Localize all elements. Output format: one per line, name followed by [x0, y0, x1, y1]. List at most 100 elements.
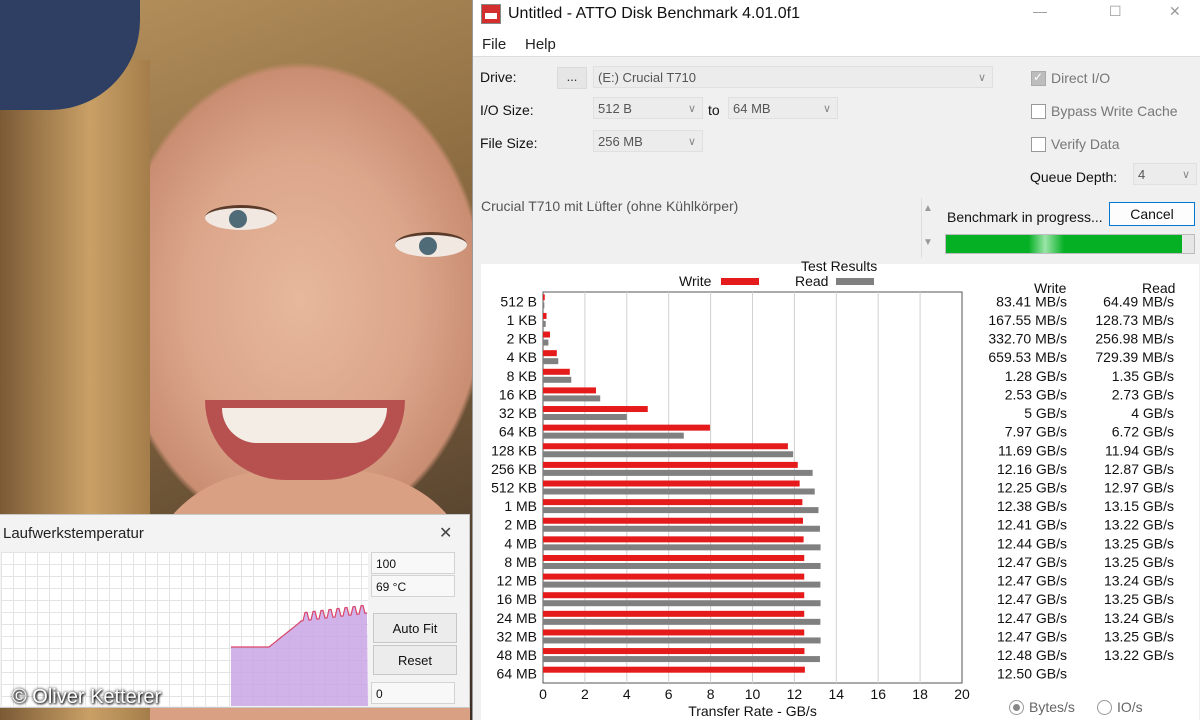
write-result-value: 1.28 GB/s: [1005, 368, 1067, 384]
read-result-value: 256.98 MB/s: [1095, 331, 1174, 347]
read-result-value: 13.22 GB/s: [1104, 647, 1174, 663]
read-bar: [543, 469, 813, 476]
y-tick-label: 24 MB: [497, 610, 537, 626]
left-eye-shape: [205, 205, 277, 230]
read-result-value: 13.24 GB/s: [1104, 610, 1174, 626]
write-bar: [543, 536, 804, 543]
y-tick-label: 128 KB: [491, 442, 537, 458]
x-tick-label: 18: [912, 686, 928, 702]
read-bar: [543, 507, 819, 514]
atto-window: Untitled - ATTO Disk Benchmark 4.01.0f1 …: [472, 0, 1200, 720]
read-bar: [543, 656, 820, 663]
teeth-shape: [222, 408, 387, 443]
read-result-value: 13.25 GB/s: [1104, 591, 1174, 607]
write-bar: [543, 499, 803, 506]
y-tick-label: 8 KB: [507, 368, 537, 384]
y-tick-label: 256 KB: [491, 461, 537, 477]
write-result-value: 167.55 MB/s: [988, 312, 1067, 328]
read-result-value: 13.24 GB/s: [1104, 573, 1174, 589]
read-result-value: 11.94 GB/s: [1105, 442, 1174, 458]
read-bar: [543, 376, 572, 383]
bytes-per-second-label: Bytes/s: [1029, 699, 1075, 715]
read-result-value: 13.15 GB/s: [1104, 498, 1174, 514]
read-result-value: 13.25 GB/s: [1104, 535, 1174, 551]
temperature-curve: [231, 604, 368, 706]
write-result-value: 12.47 GB/s: [997, 554, 1067, 570]
read-result-value: 6.72 GB/s: [1112, 424, 1174, 440]
write-result-value: 12.47 GB/s: [997, 573, 1067, 589]
read-bar: [543, 320, 546, 327]
y-tick-label: 16 KB: [499, 386, 537, 402]
y-tick-label: 8 MB: [504, 554, 537, 570]
write-bar: [543, 368, 570, 375]
read-bar: [543, 600, 821, 607]
x-tick-label: 8: [707, 686, 715, 702]
current-temperature-field: 69 °C: [371, 575, 455, 597]
temperature-window: Laufwerkstemperatur ✕ 100 69 °C Auto Fit…: [0, 514, 470, 708]
write-bar: [543, 666, 805, 673]
write-bar: [543, 331, 550, 338]
read-result-value: 13.25 GB/s: [1104, 554, 1174, 570]
read-bar: [543, 525, 820, 532]
y-tick-label: 2 KB: [507, 331, 537, 347]
write-result-value: 11.69 GB/s: [998, 442, 1067, 458]
write-bar: [543, 461, 798, 468]
auto-fit-button[interactable]: Auto Fit: [373, 613, 457, 643]
y-tick-label: 32 KB: [499, 405, 537, 421]
read-result-value: 729.39 MB/s: [1095, 349, 1174, 365]
y-tick-label: 512 KB: [491, 480, 537, 496]
read-bar: [543, 302, 545, 309]
max-value-field: 100: [371, 552, 455, 574]
bytes-per-second-radio[interactable]: [1009, 700, 1024, 715]
read-bar: [543, 581, 821, 588]
y-tick-label: 16 MB: [497, 591, 537, 607]
read-result-value: 4 GB/s: [1131, 405, 1174, 421]
min-value-field: 0: [371, 682, 455, 704]
write-bar: [543, 629, 805, 636]
read-bar: [543, 432, 684, 439]
x-tick-label: 0: [539, 686, 547, 702]
write-bar: [543, 443, 788, 450]
write-result-value: 659.53 MB/s: [988, 349, 1067, 365]
y-tick-label: 64 KB: [499, 424, 537, 440]
io-per-second-radio[interactable]: [1097, 700, 1112, 715]
reset-button[interactable]: Reset: [373, 645, 457, 675]
read-bar: [543, 637, 821, 644]
read-result-value: 1.35 GB/s: [1112, 368, 1174, 384]
read-bar: [543, 358, 559, 365]
x-tick-label: 16: [870, 686, 886, 702]
write-result-value: 7.97 GB/s: [1005, 424, 1067, 440]
read-bar: [543, 544, 821, 551]
write-result-value: 12.44 GB/s: [997, 535, 1067, 551]
read-result-value: 12.87 GB/s: [1104, 461, 1174, 477]
write-bar: [543, 387, 597, 394]
benchmark-chart: 0 2 4 6 8 10 12 14 16 18 20 Transfer Rate - GB/s 512…: [491, 291, 1174, 719]
write-result-value: 12.16 GB/s: [997, 461, 1067, 477]
x-tick-label: 12: [787, 686, 803, 702]
read-result-value: 13.25 GB/s: [1104, 628, 1174, 644]
read-bar: [543, 562, 821, 569]
read-bar: [543, 414, 627, 421]
photo-watermark: © Oliver Ketterer: [12, 686, 162, 708]
write-bar: [543, 350, 557, 357]
write-bar: [543, 610, 805, 617]
y-tick-label: 4 MB: [504, 535, 537, 551]
x-tick-label: 2: [581, 686, 589, 702]
read-result-value: 12.97 GB/s: [1104, 480, 1174, 496]
close-icon[interactable]: ✕: [439, 523, 452, 543]
write-result-value: 12.41 GB/s: [997, 517, 1067, 533]
write-result-value: 12.47 GB/s: [997, 591, 1067, 607]
write-result-value: 12.47 GB/s: [997, 610, 1067, 626]
write-result-value: 332.70 MB/s: [988, 331, 1067, 347]
y-tick-label: 4 KB: [507, 349, 537, 365]
read-result-value: 128.73 MB/s: [1095, 312, 1174, 328]
y-tick-label: 1 MB: [504, 498, 537, 514]
y-tick-label: 64 MB: [497, 666, 537, 682]
read-result-value: 13.22 GB/s: [1104, 517, 1174, 533]
write-column-header: Write: [1034, 280, 1067, 296]
read-bar: [543, 488, 815, 495]
write-result-value: 12.48 GB/s: [997, 647, 1067, 663]
y-tick-label: 512 B: [500, 293, 537, 309]
write-bar: [543, 554, 805, 561]
read-column-header: Read: [1142, 280, 1176, 296]
